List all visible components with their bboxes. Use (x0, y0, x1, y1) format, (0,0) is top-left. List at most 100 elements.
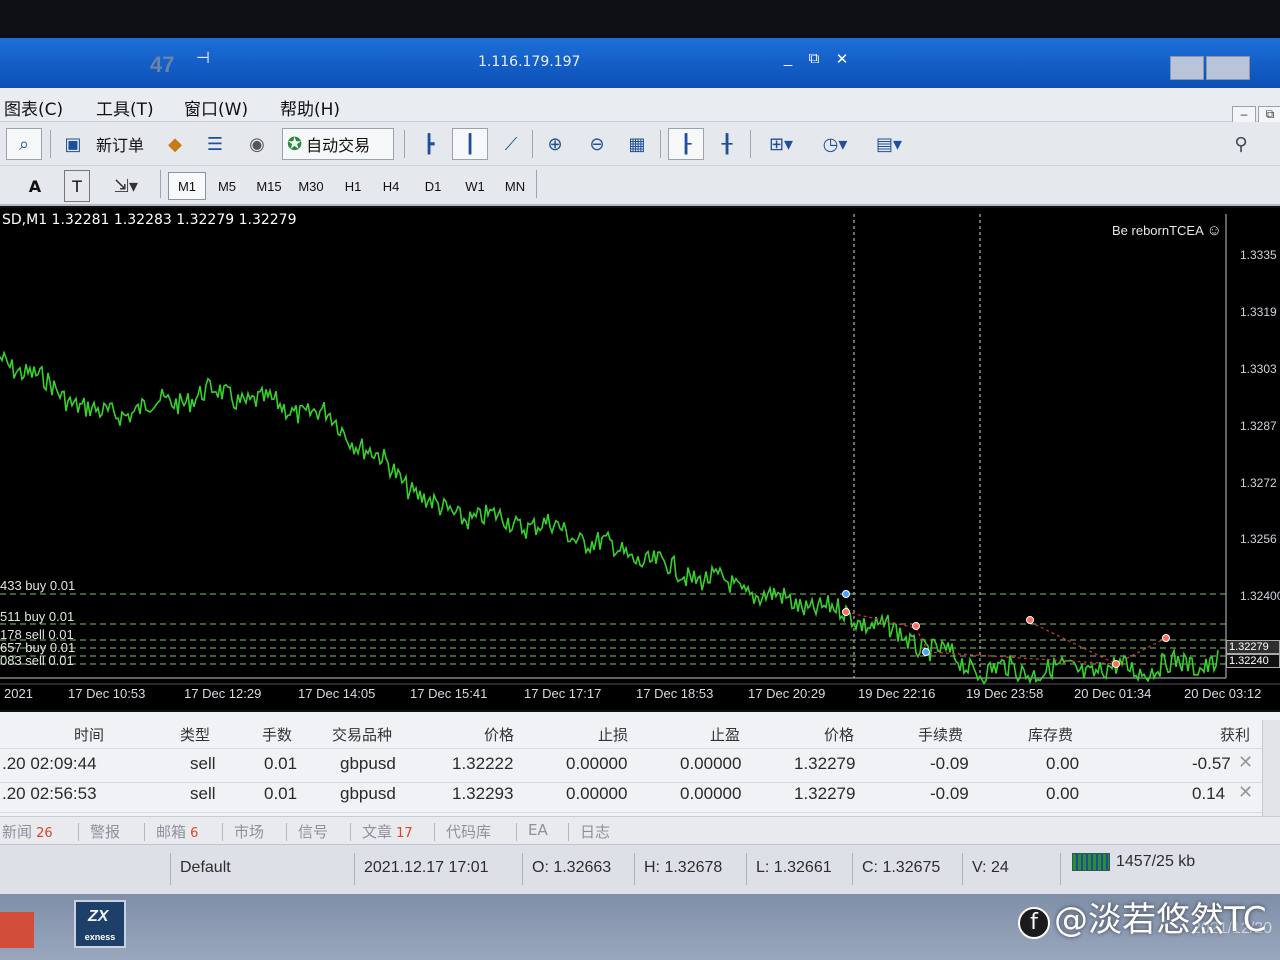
col-current-price[interactable]: 价格 (824, 724, 854, 745)
bar-chart-icon[interactable]: ┣ (414, 128, 444, 160)
close-order-icon[interactable]: ✕ (1238, 752, 1253, 773)
terminal-scrollbar[interactable] (1262, 720, 1280, 816)
line-chart-icon[interactable]: ⟋ (496, 128, 526, 160)
tab-1[interactable]: 新闻 26 (2, 821, 53, 842)
timeframe-d1[interactable]: D1 (414, 172, 452, 200)
trade-marker (1026, 616, 1034, 624)
status-bar: Default 2021.12.17 17:01 O: 1.32663 H: 1… (0, 844, 1280, 894)
timeframe-m5[interactable]: M5 (208, 172, 246, 200)
col-commission[interactable]: 手续费 (918, 724, 963, 745)
trade-cell-tp: 0.00000 (680, 754, 742, 773)
status-profile[interactable]: Default (180, 859, 231, 877)
trade-terminal: 时间 类型 手数 交易品种 价格 止损 止盈 价格 手续费 库存费 获利 .20… (0, 712, 1280, 816)
pin-icon[interactable]: ⊣ (196, 48, 210, 68)
zoom-out-icon[interactable]: ⊖ (582, 128, 612, 160)
tab-separator (78, 823, 79, 841)
col-sl[interactable]: 止损 (598, 724, 628, 745)
text-label-tool-button[interactable]: T (64, 170, 90, 202)
chart-canvas[interactable] (0, 208, 1280, 710)
close-order-icon[interactable]: ✕ (1238, 782, 1253, 803)
strategy-tester-icon[interactable]: ☰ (200, 128, 230, 160)
trade-cell-tp: 0.00000 (680, 784, 742, 803)
arrows-dropdown-icon[interactable]: ⇲▾ (104, 170, 148, 202)
tab-9[interactable]: 日志 (580, 821, 610, 842)
col-price[interactable]: 价格 (484, 724, 514, 745)
tab-2[interactable]: 警报 (90, 821, 120, 842)
timeframe-m30[interactable]: M30 (292, 172, 330, 200)
menu-bar: 图表(C) 工具(T) 窗口(W) 帮助(H) – ⧉ (0, 88, 1280, 128)
tab-label: 新闻 (2, 823, 33, 841)
menu-chart[interactable]: 图表(C) (4, 95, 63, 120)
tab-label: 文章 (362, 823, 393, 841)
search-icon[interactable]: ⚲ (1226, 128, 1256, 160)
tab-label: 邮箱 (156, 823, 187, 841)
tab-4[interactable]: 市场 (234, 821, 264, 842)
tab-separator (434, 823, 435, 841)
timeframe-h1[interactable]: H1 (334, 172, 372, 200)
status-high: H: 1.32678 (644, 859, 723, 876)
tab-7[interactable]: 代码库 (446, 821, 491, 842)
auto-trading-label: 自动交易 (306, 138, 371, 155)
market-watch-icon[interactable]: ⌕ (6, 128, 42, 160)
zoom-in-icon[interactable]: ⊕ (540, 128, 570, 160)
minimize-button[interactable]: _ (778, 50, 798, 67)
timeframe-w1[interactable]: W1 (456, 172, 494, 200)
metaeditor-icon[interactable]: ◆ (160, 128, 190, 160)
tab-5[interactable]: 信号 (298, 821, 328, 842)
new-order-icon[interactable]: ▣ (58, 128, 88, 160)
tab-3[interactable]: 邮箱 6 (156, 821, 198, 842)
col-lots[interactable]: 手数 (262, 724, 292, 745)
indicators-dropdown-icon[interactable]: ⊞▾ (758, 128, 804, 160)
new-order-button[interactable]: 新订单 (90, 128, 150, 160)
status-separator (634, 853, 635, 885)
chart-shift-icon[interactable]: ╂ (712, 128, 742, 160)
signals-icon[interactable]: ◉ (242, 128, 272, 160)
timeframe-mn[interactable]: MN (496, 172, 534, 200)
col-type[interactable]: 类型 (180, 724, 210, 745)
periods-dropdown-icon[interactable]: ◷▾ (812, 128, 858, 160)
tab-8[interactable]: EA (528, 821, 548, 839)
restore-button[interactable]: ⧉ (804, 50, 824, 67)
outer-minimize-button[interactable] (1170, 56, 1204, 80)
price-tick-label: 1.3303 (1240, 362, 1277, 376)
trade-marker (922, 648, 930, 656)
menu-window[interactable]: 窗口(W) (184, 95, 248, 120)
tile-windows-icon[interactable]: ▦ (622, 128, 652, 160)
start-button[interactable] (0, 912, 34, 948)
col-symbol[interactable]: 交易品种 (332, 724, 392, 745)
exness-taskbar-button[interactable]: ZX exness (74, 900, 126, 948)
order-line-label[interactable]: 083 sell 0.01 (0, 653, 74, 668)
timeframe-m15[interactable]: M15 (250, 172, 288, 200)
status-open: O: 1.32663 (532, 859, 612, 876)
auto-trading-button[interactable]: ✪ 自动交易 (282, 128, 394, 160)
trade-cell-swap: 0.00 (1046, 784, 1080, 803)
tab-label: 日志 (580, 823, 611, 841)
menu-help[interactable]: 帮助(H) (280, 95, 340, 120)
templates-dropdown-icon[interactable]: ▤▾ (866, 128, 912, 160)
candlestick-icon[interactable]: ┃ (452, 128, 488, 160)
tab-label: 市场 (234, 823, 265, 841)
order-line-label[interactable]: 511 buy 0.01 (0, 609, 74, 624)
tab-label: 警报 (90, 823, 121, 841)
trade-cell-commission: -0.09 (930, 784, 969, 803)
timeframe-m1[interactable]: M1 (168, 172, 206, 200)
col-swap[interactable]: 库存费 (1028, 724, 1073, 745)
toolbar-separator (50, 130, 51, 158)
order-line-label[interactable]: 433 buy 0.01 (0, 578, 75, 593)
col-tp[interactable]: 止盈 (710, 724, 740, 745)
exness-label: exness (84, 932, 116, 942)
menu-tools[interactable]: 工具(T) (96, 95, 154, 120)
col-profit[interactable]: 获利 (1220, 724, 1250, 745)
tab-separator (350, 823, 351, 841)
price-chart[interactable]: SD,M1 1.32281 1.32283 1.32279 1.32279 Be… (0, 208, 1280, 710)
status-separator (1060, 853, 1061, 885)
tab-6[interactable]: 文章 17 (362, 821, 413, 842)
timeframe-h4[interactable]: H4 (372, 172, 410, 200)
time-tick-label: 17 Dec 17:17 (524, 686, 602, 701)
close-button[interactable]: ✕ (832, 50, 852, 68)
outer-maximize-button[interactable] (1206, 56, 1250, 80)
tab-label: 信号 (298, 823, 329, 841)
auto-scroll-icon[interactable]: ┠ (668, 128, 704, 160)
text-tool-button[interactable]: A (24, 170, 46, 202)
col-time[interactable]: 时间 (74, 724, 104, 745)
